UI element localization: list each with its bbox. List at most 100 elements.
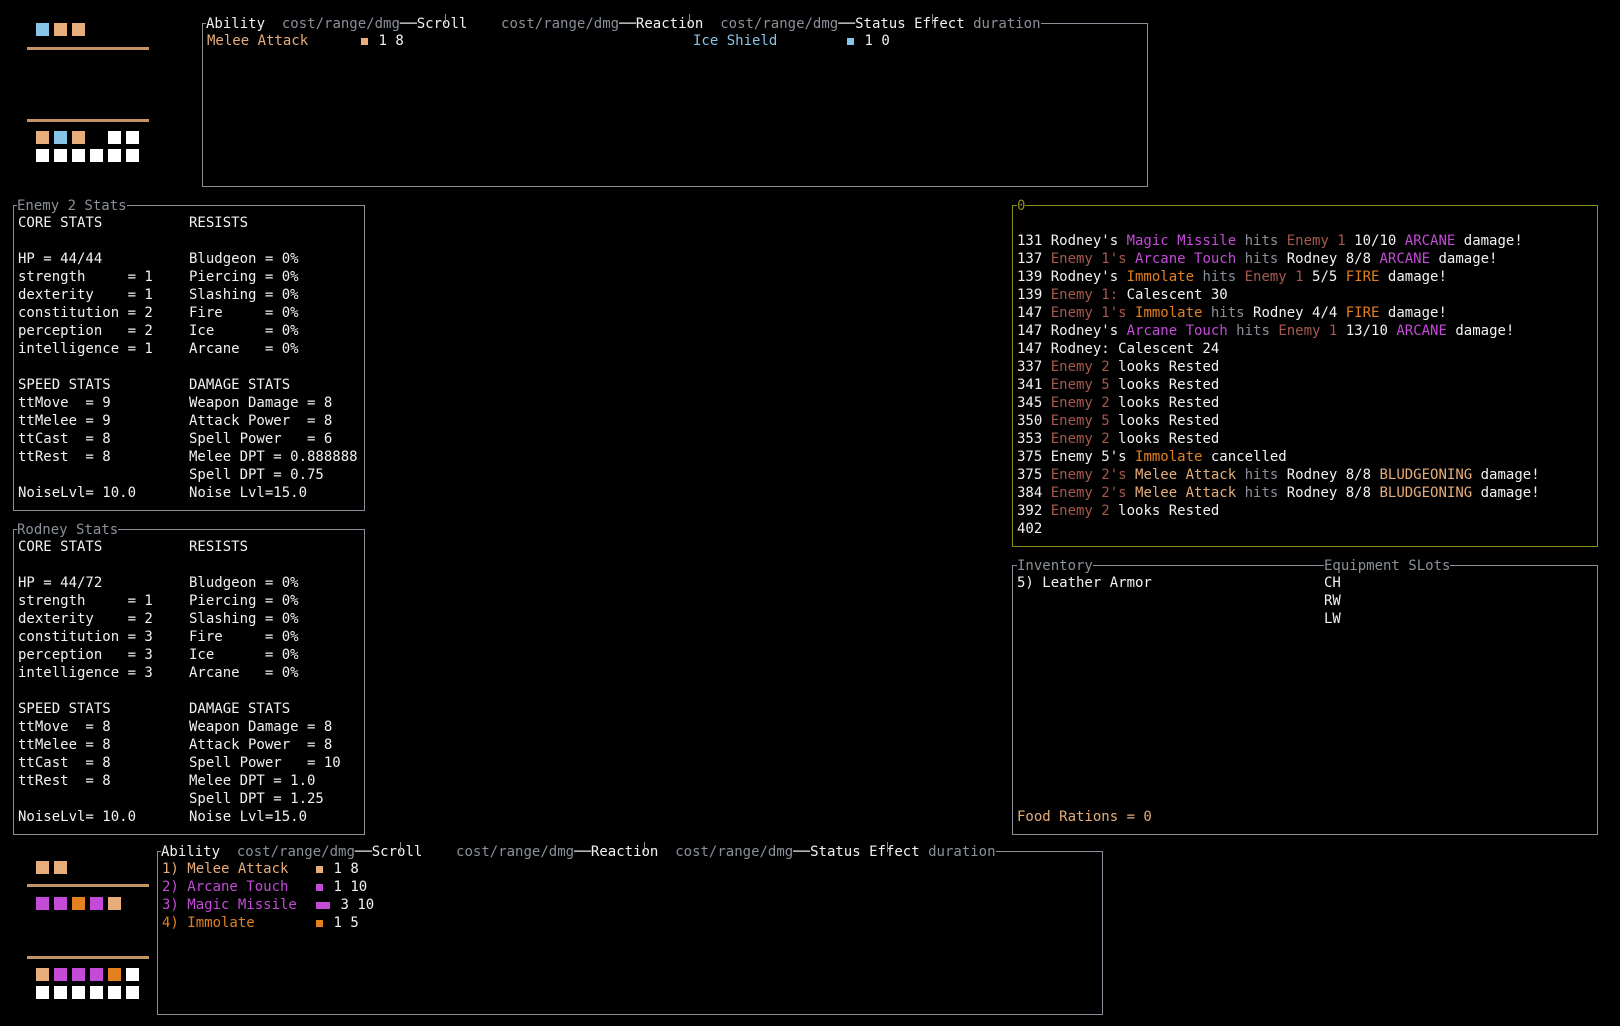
log-segment: looks Rested bbox=[1109, 377, 1220, 393]
log-segment: 147 bbox=[1017, 305, 1051, 321]
log-line: 384 Enemy 2's Melee Attack hits Rodney 8… bbox=[1017, 484, 1540, 502]
equipment-slot[interactable]: RW bbox=[1324, 592, 1341, 610]
log-segment: damage! bbox=[1472, 467, 1540, 483]
equipment-slot[interactable]: LW bbox=[1324, 610, 1341, 628]
log-segment: Enemy 2's bbox=[1050, 467, 1136, 483]
log-segment: 375 bbox=[1017, 467, 1051, 483]
inventory-item[interactable]: 5) Leather Armor bbox=[1017, 574, 1152, 592]
damage-stat: Spell Power = 6 bbox=[189, 431, 333, 447]
log-line: 139 Rodney's Immolate hits Enemy 1 5/5 F… bbox=[1017, 268, 1447, 286]
core-stat: strength = 1 bbox=[18, 593, 153, 609]
combat-log-panel: 0 131 Rodney's Magic Missile hits Enemy … bbox=[1012, 197, 1598, 547]
player-resource-pip bbox=[54, 986, 67, 999]
log-segment: Immolate bbox=[1126, 269, 1195, 285]
enemy-resource-pip bbox=[72, 131, 85, 144]
log-segment: Melee Attack bbox=[1135, 467, 1237, 483]
resource-divider bbox=[27, 47, 149, 50]
log-segment: hits bbox=[1227, 323, 1279, 339]
ability-immolate[interactable]: 4) Immolate bbox=[162, 914, 255, 932]
damage-stat: Attack Power = 8 bbox=[189, 413, 333, 429]
noise-level: Noise Lvl=15.0 bbox=[189, 485, 308, 501]
damage-stats-label: DAMAGE STATS bbox=[189, 377, 291, 393]
log-segment: looks Rested bbox=[1109, 359, 1220, 375]
enemy-stats-panel: Enemy 2 Stats CORE STATS RESISTS HP = 44/4… bbox=[13, 197, 365, 511]
log-segment: hits bbox=[1236, 467, 1287, 483]
log-segment: damage! bbox=[1446, 323, 1515, 339]
log-segment: Rodney 8/8 bbox=[1286, 485, 1380, 501]
player-resource-pip bbox=[72, 897, 85, 910]
log-segment: Enemy 1 bbox=[1244, 269, 1304, 285]
ability-magic-missile[interactable]: 3) Magic Missile bbox=[162, 896, 297, 914]
core-stat: perception = 3 bbox=[18, 647, 153, 663]
enemy-reaction-cost: 1 0 bbox=[847, 32, 890, 50]
log-segment: Arcane Touch bbox=[1135, 251, 1237, 267]
cost-pip-icon bbox=[316, 865, 323, 873]
player-status-pip bbox=[54, 861, 67, 874]
ability-melee-attack[interactable]: 1) Melee Attack bbox=[162, 860, 288, 878]
log-segment: Enemy 2 bbox=[1050, 395, 1110, 411]
log-segment: Enemy 2 bbox=[1050, 431, 1110, 447]
player-resource-pip bbox=[54, 897, 67, 910]
log-segment: looks Rested bbox=[1109, 503, 1220, 519]
speed-stats-label: SPEED STATS bbox=[18, 377, 111, 393]
damage-stat: Attack Power = 8 bbox=[189, 737, 333, 753]
log-segment: Arcane Touch bbox=[1126, 323, 1228, 339]
log-segment: 353 bbox=[1017, 431, 1051, 447]
log-line: 147 Rodney: Calescent 24 bbox=[1017, 340, 1219, 358]
player-status-pip bbox=[36, 861, 49, 874]
log-line: 353 Enemy 2 looks Rested bbox=[1017, 430, 1219, 448]
resists-label: RESISTS bbox=[189, 539, 249, 555]
resist-stat: Ice = 0% bbox=[189, 647, 299, 663]
log-line: 137 Enemy 1's Arcane Touch hits Rodney 8… bbox=[1017, 250, 1497, 268]
damage-stats-label: DAMAGE STATS bbox=[189, 701, 291, 717]
resist-stat: Bludgeon = 0% bbox=[189, 575, 299, 591]
log-segment: 345 bbox=[1017, 395, 1051, 411]
speed-stat: ttCast = 8 bbox=[18, 755, 111, 771]
damage-stat: Melee DPT = 1.0 bbox=[189, 773, 316, 789]
speed-stat: ttCast = 8 bbox=[18, 431, 111, 447]
log-segment: Enemy 1 bbox=[1278, 323, 1338, 339]
log-line: 375 Enemy 5's Immolate cancelled bbox=[1017, 448, 1287, 466]
log-segment: 147 Rodney: Calescent 24 bbox=[1017, 341, 1220, 357]
log-segment: 137 bbox=[1017, 251, 1051, 267]
log-segment: 13/10 bbox=[1337, 323, 1397, 339]
log-segment: looks Rested bbox=[1109, 395, 1220, 411]
inventory-panel: Inventory Equipment SLots 5) Leather Arm… bbox=[1012, 557, 1598, 835]
player-resource-pip bbox=[90, 897, 103, 910]
log-segment: Enemy 1: bbox=[1050, 287, 1119, 303]
enemy-resource-pip bbox=[126, 149, 139, 162]
damage-stat: Spell DPT = 0.75 bbox=[189, 467, 324, 483]
speed-stat: ttMelee = 8 bbox=[18, 737, 111, 753]
player-resource-pip bbox=[72, 986, 85, 999]
log-segment: cancelled bbox=[1202, 449, 1287, 465]
log-segment: 139 Rodney's bbox=[1017, 269, 1127, 285]
log-segment: Melee Attack bbox=[1135, 485, 1237, 501]
enemy-ability-panel: Ability cost/range/dmg──Scroll cost/rang… bbox=[202, 14, 1148, 187]
player-ability-panel: Ability cost/range/dmg──Scroll cost/rang… bbox=[157, 842, 1103, 1015]
resist-stat: Piercing = 0% bbox=[189, 593, 299, 609]
enemy-reaction-name: Ice Shield bbox=[693, 33, 778, 49]
log-segment: 147 Rodney's bbox=[1017, 323, 1127, 339]
header-divider bbox=[644, 842, 645, 852]
log-segment: Rodney 8/8 bbox=[1286, 251, 1380, 267]
resource-divider bbox=[27, 119, 149, 122]
cost-pip-icon bbox=[316, 901, 323, 909]
log-segment: ARCANE bbox=[1396, 323, 1447, 339]
ability-arcane-touch[interactable]: 2) Arcane Touch bbox=[162, 878, 288, 896]
log-segment: BLUDGEONING bbox=[1379, 485, 1473, 501]
equipment-slot[interactable]: CH bbox=[1324, 574, 1341, 592]
player-resource-pip bbox=[126, 968, 139, 981]
noise-level: NoiseLvl= 10.0 bbox=[18, 809, 137, 825]
core-stats-label: CORE STATS bbox=[18, 215, 103, 231]
enemy-resource-pip bbox=[90, 149, 103, 162]
log-segment: ARCANE bbox=[1404, 233, 1456, 249]
player-resource-pip bbox=[126, 986, 139, 999]
enemy-resource-pip bbox=[126, 131, 139, 144]
player-resource-pip bbox=[90, 968, 103, 981]
log-line: 345 Enemy 2 looks Rested bbox=[1017, 394, 1219, 412]
player-resource-pip bbox=[36, 897, 49, 910]
log-line: 147 Rodney's Arcane Touch hits Enemy 1 1… bbox=[1017, 322, 1514, 340]
resist-stat: Bludgeon = 0% bbox=[189, 251, 299, 267]
log-segment: hits bbox=[1194, 269, 1245, 285]
cost-pip-icon bbox=[361, 37, 368, 45]
